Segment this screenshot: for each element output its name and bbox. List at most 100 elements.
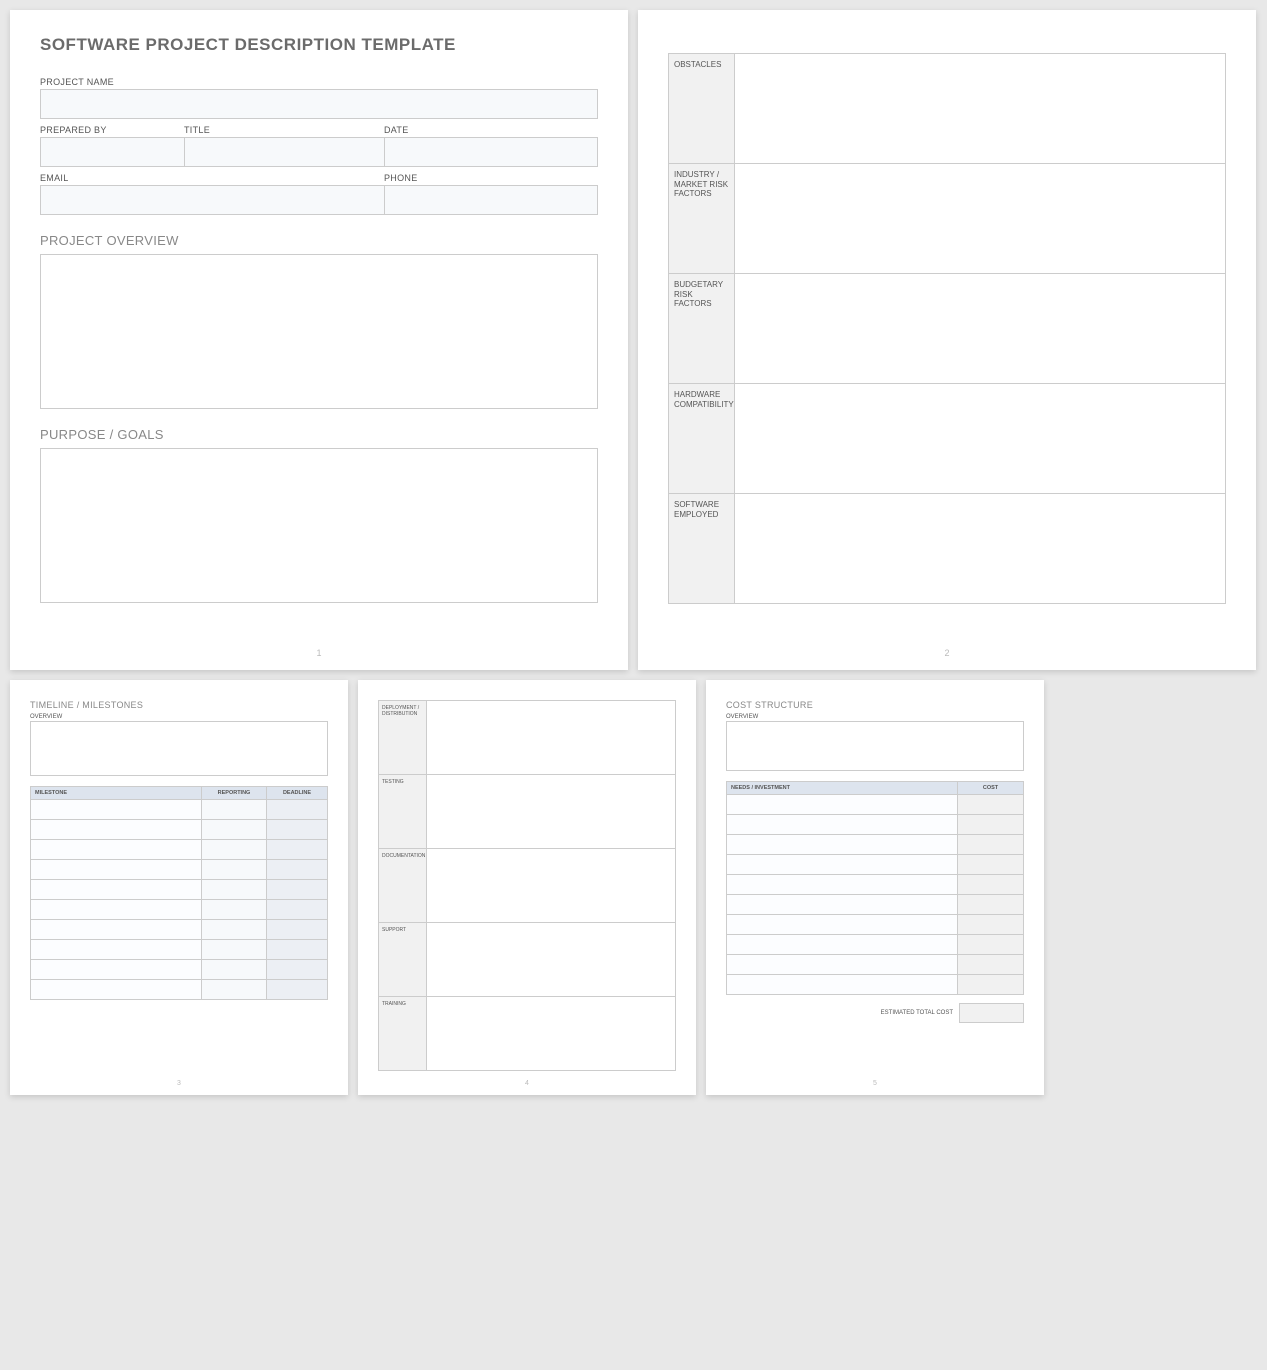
needs-cell[interactable] (727, 875, 958, 894)
deadline-cell[interactable] (267, 940, 327, 959)
cost-cell[interactable] (958, 955, 1023, 974)
timeline-overview-input[interactable] (30, 721, 328, 776)
cost-row (727, 835, 1023, 855)
project-overview-input[interactable] (40, 254, 598, 409)
reporting-cell[interactable] (202, 880, 267, 899)
project-name-label: PROJECT NAME (40, 77, 598, 87)
milestone-cell[interactable] (31, 800, 202, 819)
reporting-cell[interactable] (202, 980, 267, 999)
milestone-header-deadline: DEADLINE (267, 787, 327, 799)
needs-cell[interactable] (727, 955, 958, 974)
title-input[interactable] (184, 137, 384, 167)
total-cost-input[interactable] (959, 1003, 1024, 1023)
milestone-cell[interactable] (31, 980, 202, 999)
milestone-table: MILESTONE REPORTING DEADLINE (30, 786, 328, 1000)
reporting-cell[interactable] (202, 800, 267, 819)
date-input[interactable] (384, 137, 598, 167)
testing-label: TESTING (379, 775, 427, 848)
needs-cell[interactable] (727, 855, 958, 874)
industry-input[interactable] (735, 164, 1225, 273)
cost-cell[interactable] (958, 915, 1023, 934)
cost-cell[interactable] (958, 795, 1023, 814)
deployment-table: DEPLOYMENT / DISTRIBUTION TESTING DOCUME… (378, 700, 676, 1071)
deadline-cell[interactable] (267, 840, 327, 859)
page-3: TIMELINE / MILESTONES OVERVIEW MILESTONE… (10, 680, 348, 1095)
support-input[interactable] (427, 923, 675, 996)
risk-row-hardware: HARDWARE COMPATIBILITY (669, 383, 1225, 493)
milestone-cell[interactable] (31, 840, 202, 859)
reporting-cell[interactable] (202, 900, 267, 919)
deadline-cell[interactable] (267, 980, 327, 999)
milestone-cell[interactable] (31, 940, 202, 959)
reporting-cell[interactable] (202, 860, 267, 879)
cost-cell[interactable] (958, 975, 1023, 994)
timeline-overview-label: OVERVIEW (30, 714, 328, 720)
total-cost-row: ESTIMATED TOTAL COST (726, 1003, 1024, 1023)
email-input[interactable] (40, 185, 384, 215)
budget-input[interactable] (735, 274, 1225, 383)
deployment-input[interactable] (427, 701, 675, 774)
needs-cell[interactable] (727, 915, 958, 934)
milestone-cell[interactable] (31, 960, 202, 979)
page-4: DEPLOYMENT / DISTRIBUTION TESTING DOCUME… (358, 680, 696, 1095)
needs-cell[interactable] (727, 815, 958, 834)
training-label: TRAINING (379, 997, 427, 1070)
deadline-cell[interactable] (267, 880, 327, 899)
needs-cell[interactable] (727, 795, 958, 814)
industry-label: INDUSTRY / MARKET RISK FACTORS (669, 164, 735, 273)
reporting-cell[interactable] (202, 840, 267, 859)
deadline-cell[interactable] (267, 820, 327, 839)
email-label: EMAIL (40, 173, 384, 183)
milestone-cell[interactable] (31, 820, 202, 839)
dep-row-documentation: DOCUMENTATION (379, 848, 675, 922)
project-name-input[interactable] (40, 89, 598, 119)
obstacles-input[interactable] (735, 54, 1225, 163)
page-number-1: 1 (316, 648, 321, 658)
title-field-label: TITLE (184, 125, 384, 135)
reporting-cell[interactable] (202, 920, 267, 939)
cost-overview-input[interactable] (726, 721, 1024, 771)
reporting-cell[interactable] (202, 960, 267, 979)
milestone-row (31, 940, 327, 960)
needs-cell[interactable] (727, 835, 958, 854)
phone-input[interactable] (384, 185, 598, 215)
hardware-input[interactable] (735, 384, 1225, 493)
cost-cell[interactable] (958, 875, 1023, 894)
milestone-cell[interactable] (31, 900, 202, 919)
deadline-cell[interactable] (267, 920, 327, 939)
deadline-cell[interactable] (267, 860, 327, 879)
cost-row (727, 875, 1023, 895)
cost-cell[interactable] (958, 835, 1023, 854)
milestone-cell[interactable] (31, 920, 202, 939)
purpose-goals-input[interactable] (40, 448, 598, 603)
reporting-cell[interactable] (202, 940, 267, 959)
milestone-row (31, 840, 327, 860)
needs-cell[interactable] (727, 975, 958, 994)
testing-input[interactable] (427, 775, 675, 848)
cost-cell[interactable] (958, 935, 1023, 954)
page-number-5: 5 (873, 1080, 877, 1087)
milestone-cell[interactable] (31, 880, 202, 899)
prepared-by-input[interactable] (40, 137, 184, 167)
cost-row (727, 855, 1023, 875)
reporting-cell[interactable] (202, 820, 267, 839)
deadline-cell[interactable] (267, 900, 327, 919)
cost-cell[interactable] (958, 815, 1023, 834)
risk-row-software: SOFTWARE EMPLOYED (669, 493, 1225, 603)
risk-row-budget: BUDGETARY RISK FACTORS (669, 273, 1225, 383)
software-label: SOFTWARE EMPLOYED (669, 494, 735, 603)
milestone-row (31, 820, 327, 840)
budget-label: BUDGETARY RISK FACTORS (669, 274, 735, 383)
deadline-cell[interactable] (267, 960, 327, 979)
deadline-cell[interactable] (267, 800, 327, 819)
cost-row (727, 955, 1023, 975)
cost-cell[interactable] (958, 855, 1023, 874)
needs-cell[interactable] (727, 895, 958, 914)
milestone-header-milestone: MILESTONE (31, 787, 202, 799)
cost-cell[interactable] (958, 895, 1023, 914)
milestone-cell[interactable] (31, 860, 202, 879)
software-input[interactable] (735, 494, 1225, 603)
training-input[interactable] (427, 997, 675, 1070)
needs-cell[interactable] (727, 935, 958, 954)
documentation-input[interactable] (427, 849, 675, 922)
